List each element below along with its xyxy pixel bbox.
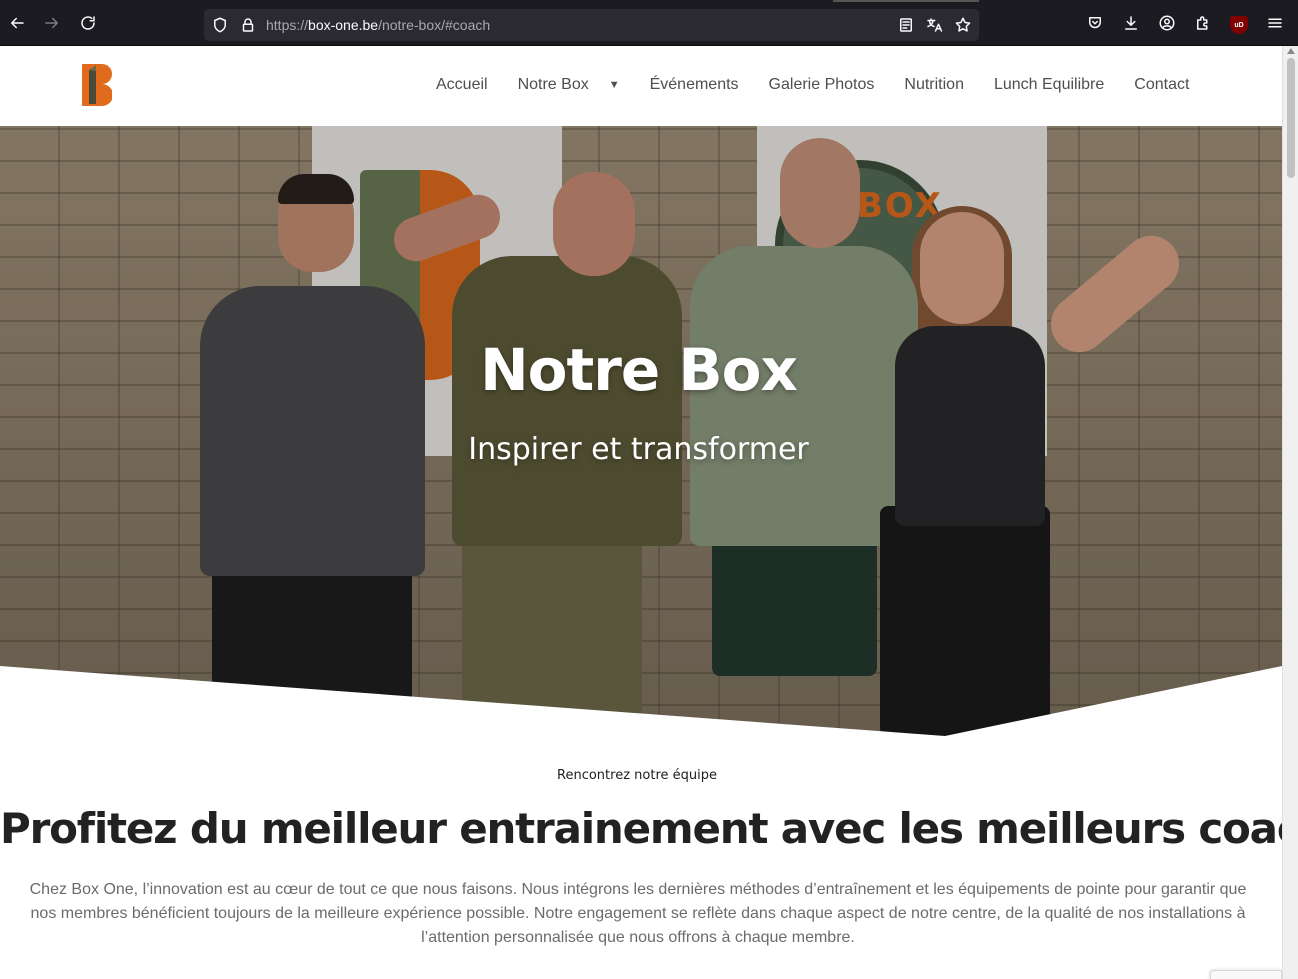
reader-view-icon[interactable] xyxy=(892,11,920,39)
hamburger-icon xyxy=(1268,18,1282,28)
recaptcha-badge[interactable] xyxy=(1210,970,1282,979)
menu-button[interactable] xyxy=(1261,9,1289,37)
section-eyebrow: Rencontrez notre équipe xyxy=(557,768,717,783)
url-scheme: https:// xyxy=(266,17,309,33)
section-body: Chez Box One, l’innovation est au cœur d… xyxy=(29,881,1247,946)
account-button[interactable] xyxy=(1153,9,1181,37)
nav-item-notre-box[interactable]: Notre Box xyxy=(518,76,589,94)
arrow-right-icon xyxy=(45,17,58,29)
nav-item-nutrition[interactable]: Nutrition xyxy=(904,76,964,94)
page-viewport: BOX Notre Box Inspirer et transformer Ac… xyxy=(0,46,1282,979)
ublock-icon[interactable]: uD xyxy=(1230,16,1248,34)
hero-title: Notre Box xyxy=(480,336,798,404)
url-host: box-one.be xyxy=(308,17,379,33)
scroll-thumb[interactable] xyxy=(1287,58,1295,178)
back-button[interactable] xyxy=(3,9,31,37)
downloads-button[interactable] xyxy=(1117,9,1145,37)
main-nav: Accueil Notre Box ▼ Événements Galerie P… xyxy=(436,76,1189,94)
download-icon xyxy=(1125,16,1137,30)
scroll-up-icon[interactable] xyxy=(1287,48,1295,54)
browser-toolbar: https://box-one.be/notre-box/#coach uD xyxy=(0,0,1298,46)
site-logo[interactable] xyxy=(80,62,112,108)
url-text[interactable]: https://box-one.be/notre-box/#coach xyxy=(266,17,490,33)
nav-item-accueil[interactable]: Accueil xyxy=(436,76,488,94)
tab-indicator xyxy=(833,0,979,2)
chevron-down-icon[interactable]: ▼ xyxy=(609,79,620,91)
tracking-protection-icon[interactable] xyxy=(206,11,234,39)
pocket-button[interactable] xyxy=(1081,9,1109,37)
site-header: Accueil Notre Box ▼ Événements Galerie P… xyxy=(0,46,1282,126)
forward-button[interactable] xyxy=(38,9,66,37)
section-title: Profitez du meilleur entrainement avec l… xyxy=(0,804,1282,853)
nav-item-lunch-equilibre[interactable]: Lunch Equilibre xyxy=(994,76,1104,94)
hero-subtitle: Inspirer et transformer xyxy=(468,432,809,467)
pocket-icon xyxy=(1089,17,1101,29)
puzzle-icon xyxy=(1197,16,1208,30)
extensions-button[interactable] xyxy=(1189,9,1217,37)
url-path: /notre-box/#coach xyxy=(378,17,491,33)
nav-item-contact[interactable]: Contact xyxy=(1134,76,1189,94)
bookmark-star-icon[interactable] xyxy=(949,11,977,39)
reload-button[interactable] xyxy=(74,9,102,37)
translate-icon[interactable] xyxy=(920,11,948,39)
arrow-left-icon xyxy=(11,17,24,29)
page-scrollbar[interactable] xyxy=(1282,46,1298,979)
hero-overlay xyxy=(0,126,1282,736)
account-icon xyxy=(1159,15,1175,31)
url-bar[interactable]: https://box-one.be/notre-box/#coach xyxy=(204,9,979,41)
nav-item-galerie-photos[interactable]: Galerie Photos xyxy=(769,76,875,94)
reload-icon xyxy=(81,16,95,30)
nav-item-evenements[interactable]: Événements xyxy=(650,76,739,94)
hero-section: BOX Notre Box Inspirer et transformer xyxy=(0,126,1282,736)
lock-icon[interactable] xyxy=(234,11,262,39)
